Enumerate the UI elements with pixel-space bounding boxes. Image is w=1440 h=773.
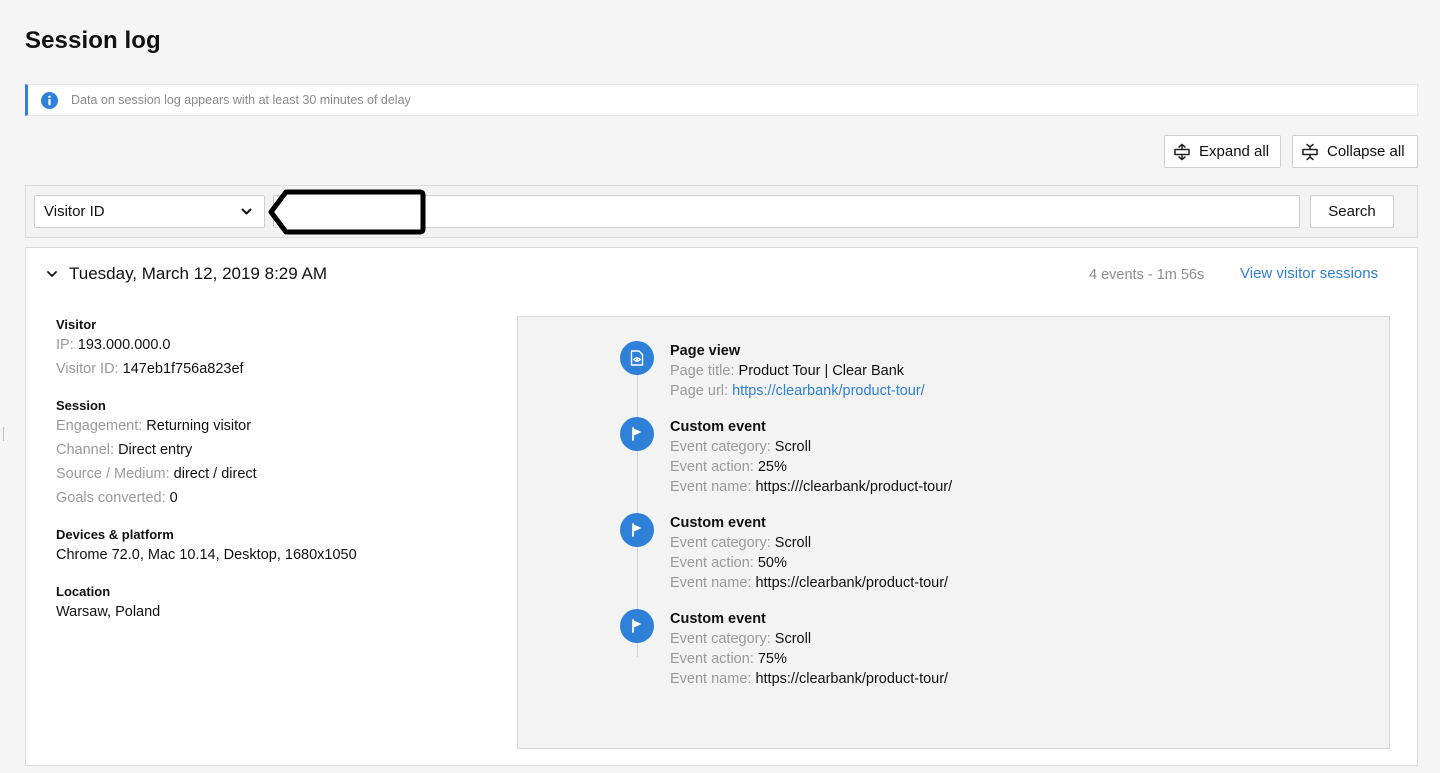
session-card: Tuesday, March 12, 2019 8:29 AM 4 events… xyxy=(25,247,1418,766)
event-detail: Event category: Scroll xyxy=(670,631,812,647)
collapse-all-button[interactable]: Collapse all xyxy=(1292,135,1418,168)
visitor-heading: Visitor xyxy=(56,317,97,332)
search-bar: Visitor ID Search xyxy=(25,185,1418,238)
redaction-mark xyxy=(268,189,426,235)
devices-heading: Devices & platform xyxy=(56,527,174,542)
event-detail: Page title: Product Tour | Clear Bank xyxy=(670,363,905,379)
session-info: Visitor IP: 193.000.000.0 Visitor ID: 14… xyxy=(56,316,486,624)
devices-value: Chrome 72.0, Mac 10.14, Desktop, 1680x10… xyxy=(56,547,357,563)
session-engagement: Engagement: Returning visitor xyxy=(56,418,252,434)
search-input[interactable] xyxy=(273,195,1300,228)
collapse-session-chevron-icon[interactable] xyxy=(45,267,59,281)
event-detail: Event action: 75% xyxy=(670,651,787,667)
page-url-link[interactable]: https://clearbank/product-tour/ xyxy=(732,383,925,399)
collapse-icon xyxy=(1301,143,1319,161)
event-title: Page view xyxy=(670,343,741,359)
page-title: Session log xyxy=(25,27,161,54)
page-view-icon xyxy=(620,341,654,375)
chevron-down-icon xyxy=(241,203,252,220)
event-title: Custom event xyxy=(670,515,766,531)
flag-icon xyxy=(620,609,654,643)
delay-notice: Data on session log appears with at leas… xyxy=(25,84,1418,116)
event-title: Custom event xyxy=(670,611,766,627)
visitor-ip: IP: 193.000.000.0 xyxy=(56,337,171,353)
info-icon xyxy=(41,91,58,109)
event-detail: Event name: https:///clearbank/product-t… xyxy=(670,479,953,495)
events-timeline: Page view Page title: Product Tour | Cle… xyxy=(517,316,1390,749)
expand-all-label: Expand all xyxy=(1199,143,1270,160)
flag-icon xyxy=(620,417,654,451)
view-visitor-sessions-link[interactable]: View visitor sessions xyxy=(1240,265,1378,282)
event-title: Custom event xyxy=(670,419,766,435)
event-detail: Event category: Scroll xyxy=(670,535,812,551)
location-value: Warsaw, Poland xyxy=(56,604,161,620)
event-detail: Event name: https://clearbank/product-to… xyxy=(670,575,949,591)
session-channel: Channel: Direct entry xyxy=(56,442,193,458)
event-detail: Event category: Scroll xyxy=(670,439,812,455)
event-detail: Event action: 25% xyxy=(670,459,787,475)
location-heading: Location xyxy=(56,584,111,599)
window-edge-mark xyxy=(3,427,4,441)
event-detail: Event name: https://clearbank/product-to… xyxy=(670,671,949,687)
session-goals: Goals converted: 0 xyxy=(56,490,178,506)
search-field-value: Visitor ID xyxy=(44,203,105,220)
search-field-select[interactable]: Visitor ID xyxy=(34,195,265,228)
flag-icon xyxy=(620,513,654,547)
expand-all-button[interactable]: Expand all xyxy=(1164,135,1281,168)
event-detail: Page url: https://clearbank/product-tour… xyxy=(670,383,925,399)
session-source: Source / Medium: direct / direct xyxy=(56,466,257,482)
session-summary: 4 events - 1m 56s xyxy=(1089,267,1205,283)
session-heading: Session xyxy=(56,398,106,413)
event-detail: Event action: 50% xyxy=(670,555,787,571)
search-button[interactable]: Search xyxy=(1310,195,1394,228)
session-date: Tuesday, March 12, 2019 8:29 AM xyxy=(69,264,327,283)
notice-text: Data on session log appears with at leas… xyxy=(71,93,411,107)
visitor-id: Visitor ID: 147eb1f756a823ef xyxy=(56,361,244,377)
collapse-all-label: Collapse all xyxy=(1327,143,1405,160)
expand-icon xyxy=(1173,143,1191,161)
